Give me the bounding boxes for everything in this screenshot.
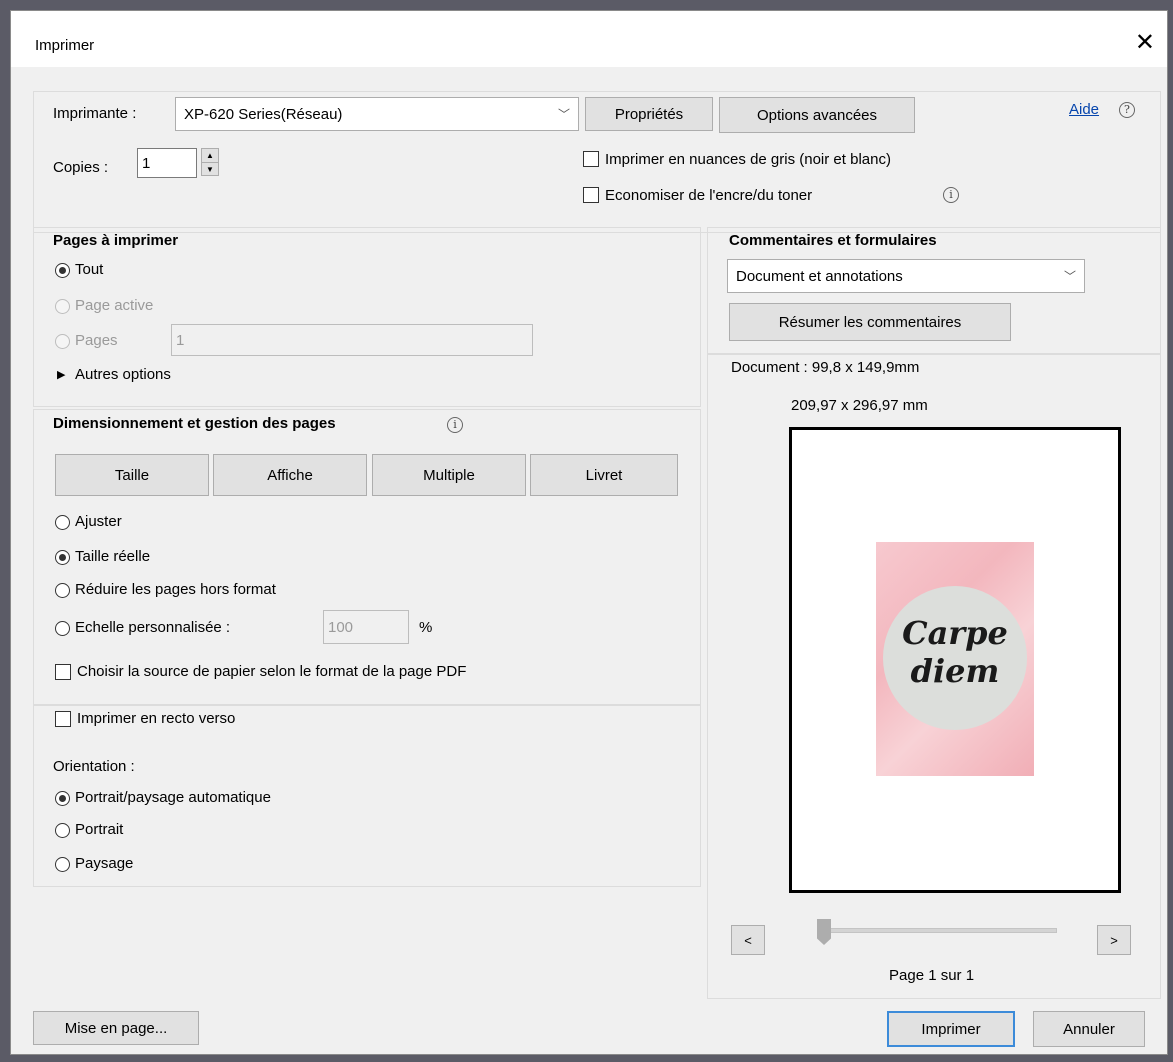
properties-button[interactable]: Propriétés bbox=[585, 97, 713, 131]
help-icon[interactable]: ? bbox=[1119, 102, 1135, 118]
auto-orientation-label: Portrait/paysage automatique bbox=[75, 789, 271, 806]
image-text: Carpe diem bbox=[876, 614, 1034, 690]
radio-custom-scale[interactable] bbox=[55, 621, 70, 636]
advanced-options-button[interactable]: Options avancées bbox=[719, 97, 915, 133]
radio-landscape[interactable] bbox=[55, 857, 70, 872]
chevron-down-icon: ﹀ bbox=[1063, 269, 1076, 284]
active-page-label: Page active bbox=[75, 297, 154, 314]
more-options-label[interactable]: Autres options bbox=[75, 366, 171, 383]
radio-auto-orientation[interactable] bbox=[55, 791, 70, 806]
print-dialog: Imprimer ✕ Imprimante : XP-620 Series(Ré… bbox=[10, 10, 1168, 1055]
duplex-checkbox[interactable] bbox=[55, 711, 71, 727]
printer-select[interactable]: XP-620 Series(Réseau) ﹀ bbox=[175, 97, 579, 131]
info-icon: i bbox=[943, 187, 959, 203]
portrait-label: Portrait bbox=[75, 821, 124, 838]
comments-heading: Commentaires et formulaires bbox=[729, 232, 937, 249]
fit-label: Ajuster bbox=[75, 513, 122, 530]
comments-select[interactable]: Document et annotations ﹀ bbox=[727, 259, 1085, 293]
paper-source-checkbox[interactable] bbox=[55, 664, 71, 680]
title-bar: Imprimer ✕ bbox=[11, 11, 1167, 67]
paper-source-label: Choisir la source de papier selon le for… bbox=[77, 663, 467, 680]
close-icon[interactable]: ✕ bbox=[1135, 31, 1155, 55]
shrink-label: Réduire les pages hors format bbox=[75, 581, 276, 598]
radio-all[interactable] bbox=[55, 263, 70, 278]
copies-stepper[interactable]: ▲ ▼ bbox=[201, 148, 219, 176]
percent-label: % bbox=[419, 619, 433, 636]
page-slider-track[interactable] bbox=[817, 928, 1057, 933]
save-ink-label: Economiser de l'encre/du toner bbox=[605, 187, 813, 204]
landscape-label: Paysage bbox=[75, 855, 134, 872]
radio-shrink[interactable] bbox=[55, 583, 70, 598]
prev-page-button[interactable]: < bbox=[731, 925, 765, 955]
print-button[interactable]: Imprimer bbox=[887, 1011, 1015, 1047]
tab-multiple[interactable]: Multiple bbox=[372, 454, 526, 496]
pages-heading: Pages à imprimer bbox=[53, 232, 179, 249]
copies-field[interactable]: 1 bbox=[137, 148, 197, 178]
pages-range-field[interactable]: 1 bbox=[171, 324, 533, 356]
image-text-line2: diem bbox=[910, 652, 1000, 690]
summarize-comments-button[interactable]: Résumer les commentaires bbox=[729, 303, 1011, 341]
save-ink-checkbox[interactable] bbox=[583, 187, 599, 203]
preview-image: Carpe diem bbox=[876, 542, 1034, 776]
document-size: Document : 99,8 x 149,9mm bbox=[731, 359, 920, 376]
tab-poster[interactable]: Affiche bbox=[213, 454, 367, 496]
actual-size-label: Taille réelle bbox=[75, 548, 151, 565]
radio-active-page[interactable] bbox=[55, 299, 70, 314]
comments-selected: Document et annotations bbox=[736, 267, 903, 285]
custom-scale-field[interactable]: 100 bbox=[323, 610, 409, 644]
expand-triangle-icon[interactable]: ▶ bbox=[57, 368, 65, 381]
radio-portrait[interactable] bbox=[55, 823, 70, 838]
next-page-button[interactable]: > bbox=[1097, 925, 1131, 955]
radio-actual-size[interactable] bbox=[55, 550, 70, 565]
info-icon: i bbox=[447, 417, 463, 433]
paper-size: 209,97 x 296,97 mm bbox=[791, 397, 928, 414]
custom-scale-label: Echelle personnalisée : bbox=[75, 619, 231, 636]
page-setup-button[interactable]: Mise en page... bbox=[33, 1011, 199, 1045]
orientation-label: Orientation : bbox=[53, 758, 135, 775]
printer-label: Imprimante : bbox=[53, 105, 137, 122]
radio-fit[interactable] bbox=[55, 515, 70, 530]
chevron-down-icon: ﹀ bbox=[557, 107, 570, 122]
dialog-title: Imprimer bbox=[35, 37, 95, 54]
spin-up-icon[interactable]: ▲ bbox=[202, 149, 218, 163]
image-text-line1: Carpe bbox=[902, 614, 1008, 652]
tab-booklet[interactable]: Livret bbox=[530, 454, 678, 496]
radio-pages[interactable] bbox=[55, 334, 70, 349]
help-link[interactable]: Aide bbox=[1069, 101, 1099, 118]
pages-label: Pages bbox=[75, 332, 118, 349]
grayscale-label: Imprimer en nuances de gris (noir et bla… bbox=[605, 151, 891, 168]
sizing-heading: Dimensionnement et gestion des pages bbox=[53, 415, 336, 432]
all-label: Tout bbox=[75, 261, 104, 278]
printer-selected: XP-620 Series(Réseau) bbox=[184, 105, 343, 123]
tab-size[interactable]: Taille bbox=[55, 454, 209, 496]
grayscale-checkbox[interactable] bbox=[583, 151, 599, 167]
page-indicator: Page 1 sur 1 bbox=[889, 967, 975, 984]
page-preview: Carpe diem bbox=[789, 427, 1121, 893]
spin-down-icon[interactable]: ▼ bbox=[202, 163, 218, 176]
duplex-label: Imprimer en recto verso bbox=[77, 710, 236, 727]
copies-label: Copies : bbox=[53, 159, 109, 176]
cancel-button[interactable]: Annuler bbox=[1033, 1011, 1145, 1047]
